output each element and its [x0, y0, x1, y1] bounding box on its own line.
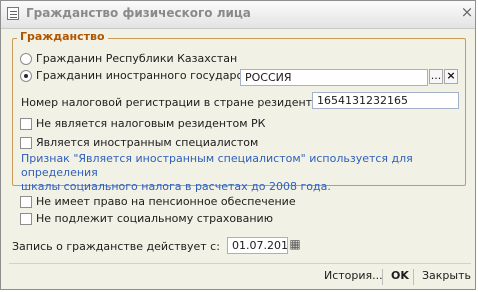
no-pension-checkbox[interactable] — [20, 196, 32, 208]
note-line-2: шкалы социального налога в расчетах до 2… — [21, 180, 331, 193]
foreign-specialist-checkbox[interactable] — [20, 137, 32, 149]
history-button[interactable]: История... — [324, 269, 383, 282]
clear-button[interactable]: × — [444, 69, 458, 84]
radio-kazakhstan[interactable] — [20, 53, 32, 65]
footer-divider — [9, 263, 471, 264]
close-icon[interactable]: × — [460, 5, 474, 20]
tax-number-label: Номер налоговой регистрации в стране рез… — [21, 96, 342, 109]
radio-kazakhstan-label[interactable]: Гражданин Республики Казахстан — [36, 52, 237, 65]
note-line-1: Признак "Является иностранным специалист… — [21, 152, 413, 179]
ok-button[interactable]: OK — [391, 269, 409, 282]
no-pension-label[interactable]: Не имеет право на пенсионное обеспечение — [36, 195, 296, 208]
footer-separator-1 — [382, 269, 383, 285]
country-input[interactable]: РОССИЯ — [240, 69, 428, 86]
record-date-label: Запись о гражданстве действует с: — [12, 240, 220, 253]
radio-foreign[interactable] — [20, 70, 32, 82]
not-tax-resident-checkbox[interactable] — [20, 118, 32, 130]
foreign-specialist-label[interactable]: Является иностранным специалистом — [36, 136, 258, 149]
footer-separator-2 — [413, 269, 414, 285]
tax-number-input[interactable]: 1654131232165 — [312, 92, 459, 109]
title-bar: Гражданство физического лица × — [1, 1, 475, 29]
no-social-label[interactable]: Не подлежит социальному страхованию — [36, 212, 273, 225]
not-tax-resident-label[interactable]: Не является налоговым резидентом РК — [36, 117, 265, 130]
foreign-specialist-note: Признак "Является иностранным специалист… — [21, 152, 451, 194]
group-title: Гражданство — [17, 30, 108, 43]
window-title: Гражданство физического лица — [26, 6, 251, 20]
dialog-window: Гражданство физического лица × Гражданст… — [0, 0, 476, 290]
select-button[interactable]: ... — [429, 69, 443, 84]
calendar-icon[interactable]: ▦ — [288, 237, 302, 252]
form-icon — [7, 7, 19, 20]
record-date-input[interactable]: 01.07.2010 — [227, 237, 288, 254]
close-button[interactable]: Закрыть — [422, 269, 471, 282]
no-social-checkbox[interactable] — [20, 213, 32, 225]
radio-foreign-label[interactable]: Гражданин иностранного государства — [36, 69, 262, 82]
